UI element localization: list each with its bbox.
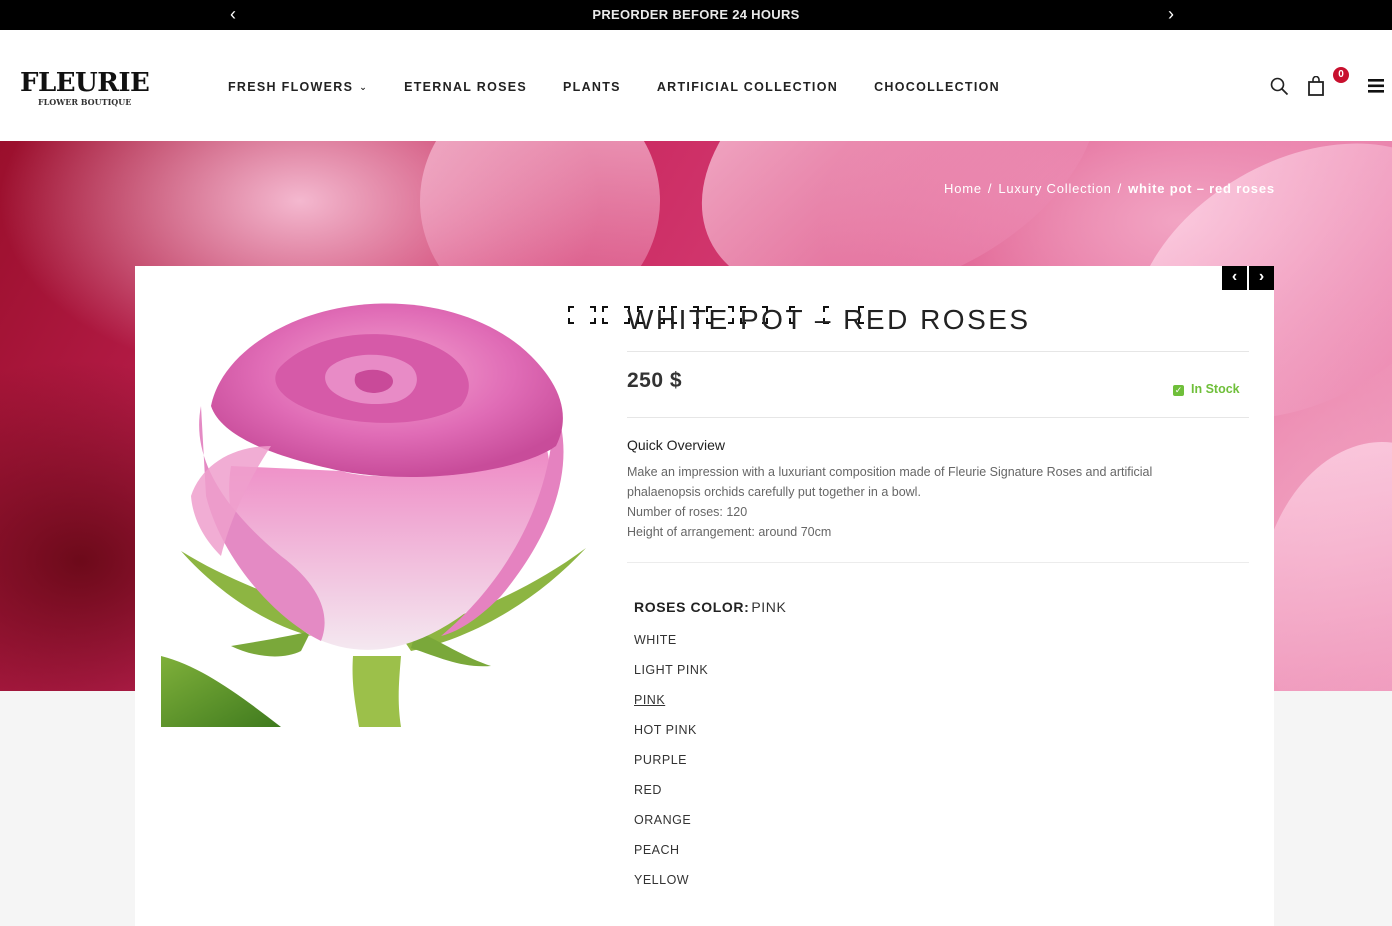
breadcrumb-collection[interactable]: Luxury Collection — [998, 181, 1111, 196]
product-price: 250 $ — [627, 369, 683, 392]
product-title: WHITE POT – RED ROSES — [627, 304, 1031, 335]
divider — [627, 417, 1249, 418]
color-option-pink[interactable]: PINK — [634, 692, 708, 722]
logo[interactable]: FLEURIE FLOWER BOUTIQUE — [20, 68, 150, 107]
overview-line: Number of roses: 120 — [627, 505, 748, 519]
prev-product-button[interactable]: ‹ — [1222, 266, 1247, 290]
menu-icon[interactable] — [1368, 79, 1384, 93]
breadcrumb: Home / Luxury Collection / white pot – red r… — [944, 181, 1275, 196]
search-icon[interactable] — [1270, 77, 1289, 96]
nav-label: FRESH FLOWERS — [228, 80, 354, 94]
chevron-down-icon: ⌄ — [359, 82, 369, 92]
announcement-text: PREORDER BEFORE 24 HOURS — [592, 7, 800, 22]
option-name: ROSES COLOR — [634, 599, 745, 615]
nav-item-artificial-collection[interactable]: ARTIFICIAL COLLECTION — [657, 80, 838, 94]
announcement-next-arrow[interactable]: › — [1168, 0, 1174, 30]
color-option-orange[interactable]: ORANGE — [634, 812, 708, 842]
nav-item-chocollection[interactable]: CHOCOLLECTION — [874, 80, 1000, 94]
breadcrumb-separator: / — [987, 181, 993, 196]
color-option-purple[interactable]: PURPLE — [634, 752, 708, 782]
quick-overview-text: Make an impression with a luxuriant comp… — [627, 462, 1217, 542]
color-option-white[interactable]: WHITE — [634, 632, 708, 662]
overview-line: Make an impression with a luxuriant comp… — [627, 465, 1153, 479]
nav-item-eternal-roses[interactable]: ETERNAL ROSES — [404, 80, 527, 94]
color-option-light-pink[interactable]: LIGHT PINK — [634, 662, 708, 692]
option-selected-value: PINK — [751, 599, 787, 615]
overview-line: phalaenopsis orchids carefully put toget… — [627, 485, 921, 499]
quick-overview-heading: Quick Overview — [627, 437, 726, 453]
color-option-peach[interactable]: PEACH — [634, 842, 708, 872]
divider — [627, 562, 1249, 563]
product-image[interactable] — [161, 296, 591, 727]
checkbox-checked-icon: ✓ — [1173, 385, 1184, 396]
stock-status: ✓ In Stock — [1173, 382, 1240, 396]
site-header: FLEURIE FLOWER BOUTIQUE FRESH FLOWERS ⌄ E… — [0, 30, 1392, 141]
announcement-bar: ‹ PREORDER BEFORE 24 HOURS › — [0, 0, 1392, 30]
breadcrumb-separator: / — [1117, 181, 1123, 196]
color-option-red[interactable]: RED — [634, 782, 708, 812]
rose-illustration — [161, 303, 586, 727]
next-product-button[interactable]: › — [1249, 266, 1274, 290]
logo-tagline: FLOWER BOUTIQUE — [37, 97, 132, 107]
color-option-hot-pink[interactable]: HOT PINK — [634, 722, 708, 752]
cart-count-badge: 0 — [1333, 67, 1349, 83]
color-option-yellow[interactable]: YELLOW — [634, 872, 708, 902]
stock-label: In Stock — [1191, 382, 1240, 396]
breadcrumb-home[interactable]: Home — [944, 181, 982, 196]
thumbnail-expand-icon[interactable] — [567, 305, 597, 325]
nav-item-plants[interactable]: PLANTS — [563, 80, 621, 94]
main-nav: FRESH FLOWERS ⌄ ETERNAL ROSES PLANTS ARTI… — [228, 80, 1036, 94]
roses-color-label: ROSES COLOR: PINK — [634, 599, 787, 615]
overview-line: Height of arrangement: around 70cm — [627, 525, 832, 539]
logo-wordmark: FLEURIE — [20, 68, 150, 98]
color-options: WHITE LIGHT PINK PINK HOT PINK PURPLE RE… — [634, 632, 708, 902]
shopping-bag-icon[interactable] — [1307, 76, 1325, 96]
nav-item-fresh-flowers[interactable]: FRESH FLOWERS ⌄ — [228, 80, 368, 94]
breadcrumb-current: white pot – red roses — [1128, 181, 1275, 196]
product-pager: ‹ › — [1222, 266, 1276, 290]
divider — [627, 351, 1249, 352]
